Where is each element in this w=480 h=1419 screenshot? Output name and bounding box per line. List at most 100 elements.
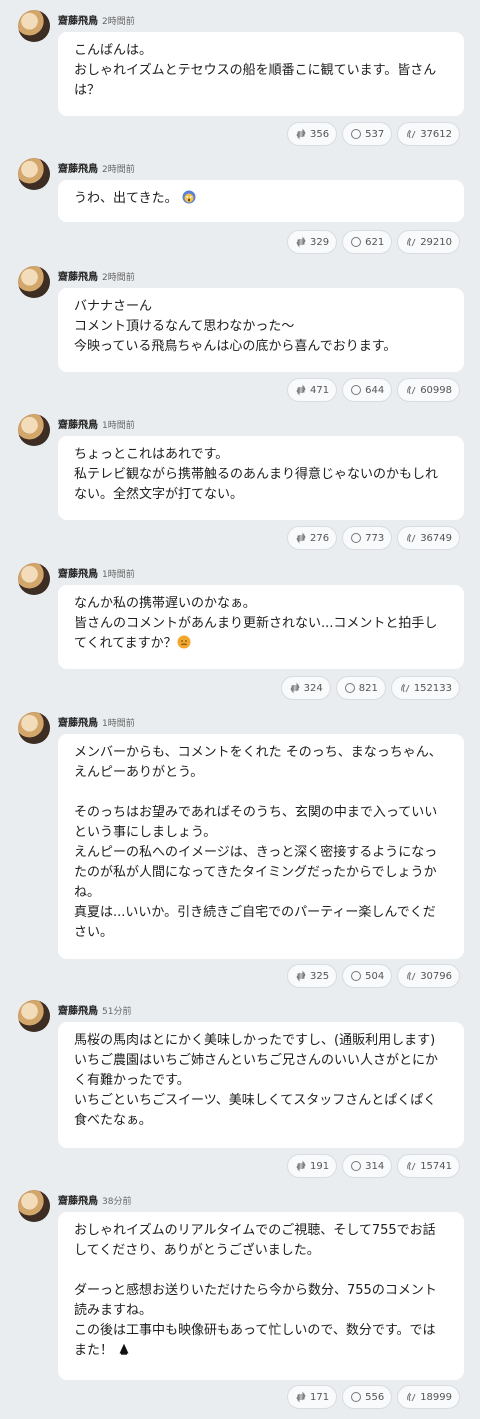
avatar[interactable] bbox=[18, 158, 50, 190]
comment-button[interactable]: 556 bbox=[342, 1385, 393, 1409]
message-text: おしゃれイズムのリアルタイムでのご視聴、そして755でお話してくださり、ありがと… bbox=[74, 1223, 437, 1358]
retweet-icon bbox=[296, 236, 306, 248]
clap-button[interactable]: 37612 bbox=[397, 122, 460, 146]
avatar[interactable] bbox=[18, 1190, 50, 1222]
post-meta: 齋藤飛鳥 51分前 bbox=[58, 1006, 131, 1018]
post-actions: 325 504 30796 bbox=[287, 964, 460, 989]
retweet-count: 191 bbox=[310, 1160, 330, 1172]
timestamp: 1時間前 bbox=[102, 570, 135, 580]
retweet-button[interactable]: 276 bbox=[287, 526, 338, 550]
author-name[interactable]: 齋藤飛鳥 bbox=[58, 164, 98, 175]
clap-button[interactable]: 29210 bbox=[397, 230, 460, 254]
message-bubble: 馬桜の馬肉はとにかく美味しかったですし、(通販利用します) いちご農園はいちご姉… bbox=[58, 1022, 464, 1148]
retweet-count: 329 bbox=[310, 236, 330, 248]
message-text: こんばんは。 おしゃれイズムとテセウスの船を順番こに観ています。皆さんは？ bbox=[74, 43, 437, 98]
post-meta: 齋藤飛鳥 1時間前 bbox=[58, 569, 135, 581]
comment-icon bbox=[351, 1161, 362, 1171]
retweet-count: 171 bbox=[310, 1391, 330, 1403]
timestamp: 2時間前 bbox=[102, 273, 135, 283]
author-name[interactable]: 齋藤飛鳥 bbox=[58, 569, 98, 580]
retweet-icon bbox=[296, 128, 306, 140]
clap-count: 36749 bbox=[420, 532, 452, 544]
comment-button[interactable]: 621 bbox=[342, 230, 393, 254]
clap-button[interactable]: 15741 bbox=[397, 1154, 460, 1178]
clap-count: 152133 bbox=[413, 682, 452, 694]
message-bubble: ちょっとこれはあれです。 私テレビ観ながら携帯触るのあんまり得意じゃないのかもし… bbox=[58, 436, 464, 520]
clap-icon bbox=[407, 971, 416, 981]
author-name[interactable]: 齋藤飛鳥 bbox=[58, 272, 98, 283]
comment-count: 821 bbox=[358, 682, 378, 694]
comment-count: 621 bbox=[365, 236, 385, 248]
avatar[interactable] bbox=[18, 414, 50, 446]
retweet-button[interactable]: 471 bbox=[287, 378, 338, 402]
comment-count: 556 bbox=[365, 1391, 385, 1403]
comment-count: 537 bbox=[365, 128, 385, 140]
post-meta: 齋藤飛鳥 38分前 bbox=[58, 1196, 131, 1208]
comment-button[interactable]: 773 bbox=[342, 526, 393, 550]
retweet-count: 324 bbox=[303, 682, 323, 694]
comment-button[interactable]: 821 bbox=[335, 676, 386, 700]
comment-count: 644 bbox=[365, 384, 385, 396]
retweet-icon bbox=[296, 532, 306, 544]
clap-icon bbox=[407, 237, 416, 247]
retweet-button[interactable]: 325 bbox=[287, 964, 338, 988]
comment-count: 504 bbox=[365, 970, 385, 982]
clap-button[interactable]: 60998 bbox=[397, 378, 460, 402]
clap-button[interactable]: 152133 bbox=[390, 676, 460, 700]
author-name[interactable]: 齋藤飛鳥 bbox=[58, 718, 98, 729]
message-bubble: メンバーからも、コメントをくれた そのっち、まなっちゃん、えんピーありがとう。 … bbox=[58, 734, 464, 959]
post-actions: 191 314 15741 bbox=[287, 1154, 460, 1179]
clap-icon bbox=[407, 1392, 416, 1402]
clap-icon bbox=[407, 129, 416, 139]
comment-count: 314 bbox=[365, 1160, 385, 1172]
timestamp: 1時間前 bbox=[102, 719, 135, 729]
clap-count: 15741 bbox=[420, 1160, 452, 1172]
clap-count: 18999 bbox=[420, 1391, 452, 1403]
post-actions: 471 644 60998 bbox=[287, 378, 460, 403]
post-meta: 齋藤飛鳥 2時間前 bbox=[58, 164, 135, 176]
clap-count: 37612 bbox=[420, 128, 452, 140]
comment-button[interactable]: 644 bbox=[342, 378, 393, 402]
avatar[interactable] bbox=[18, 10, 50, 42]
comment-icon bbox=[351, 533, 362, 543]
retweet-icon bbox=[296, 1391, 306, 1403]
avatar[interactable] bbox=[18, 266, 50, 298]
retweet-count: 471 bbox=[310, 384, 330, 396]
message-text: なんか私の携帯遅いのかなぁ。 皆さんのコメントがあんまり更新されない...コメン… bbox=[74, 596, 438, 651]
author-name[interactable]: 齋藤飛鳥 bbox=[58, 420, 98, 431]
message-text: ちょっとこれはあれです。 私テレビ観ながら携帯触るのあんまり得意じゃないのかもし… bbox=[74, 447, 439, 502]
post-actions: 329 621 29210 bbox=[287, 230, 460, 255]
comment-icon bbox=[344, 683, 355, 693]
clap-button[interactable]: 30796 bbox=[397, 964, 460, 988]
message-bubble: なんか私の携帯遅いのかなぁ。 皆さんのコメントがあんまり更新されない...コメン… bbox=[58, 585, 464, 669]
post-actions: 324 821 152133 bbox=[280, 676, 460, 701]
comment-icon bbox=[351, 385, 362, 395]
comment-button[interactable]: 504 bbox=[342, 964, 393, 988]
author-name[interactable]: 齋藤飛鳥 bbox=[58, 1196, 98, 1207]
comment-icon bbox=[351, 237, 362, 247]
avatar[interactable] bbox=[18, 563, 50, 595]
retweet-button[interactable]: 171 bbox=[287, 1385, 338, 1409]
retweet-button[interactable]: 324 bbox=[280, 676, 331, 700]
message-text: うわ、出てきた。 bbox=[74, 191, 178, 206]
clap-icon bbox=[400, 683, 410, 693]
retweet-button[interactable]: 191 bbox=[287, 1154, 338, 1178]
retweet-count: 356 bbox=[310, 128, 330, 140]
retweet-button[interactable]: 329 bbox=[287, 230, 338, 254]
author-name[interactable]: 齋藤飛鳥 bbox=[58, 1006, 98, 1017]
clap-icon bbox=[407, 533, 416, 543]
clap-icon bbox=[407, 385, 416, 395]
scream-emoji-icon bbox=[182, 190, 196, 204]
retweet-button[interactable]: 356 bbox=[287, 122, 338, 146]
clap-button[interactable]: 18999 bbox=[397, 1385, 460, 1409]
clap-button[interactable]: 36749 bbox=[397, 526, 460, 550]
message-text: バナナさーん コメント頂けるなんて思わなかった〜 今映っている飛鳥ちゃんは心の底… bbox=[74, 299, 397, 354]
avatar[interactable] bbox=[18, 712, 50, 744]
avatar[interactable] bbox=[18, 1000, 50, 1032]
comment-icon bbox=[351, 1392, 362, 1402]
comment-button[interactable]: 537 bbox=[342, 122, 393, 146]
author-name[interactable]: 齋藤飛鳥 bbox=[58, 16, 98, 27]
comment-button[interactable]: 314 bbox=[342, 1154, 393, 1178]
message-text: メンバーからも、コメントをくれた そのっち、まなっちゃん、えんピーありがとう。 … bbox=[74, 745, 442, 940]
message-bubble: バナナさーん コメント頂けるなんて思わなかった〜 今映っている飛鳥ちゃんは心の底… bbox=[58, 288, 464, 372]
